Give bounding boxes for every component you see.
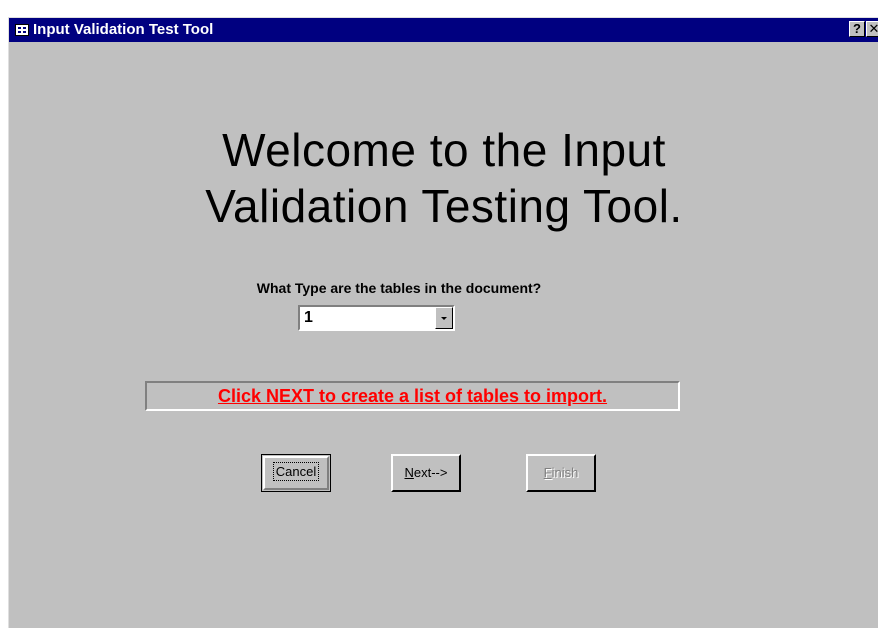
finish-label: inish <box>551 465 579 480</box>
window-title: Input Validation Test Tool <box>33 21 214 38</box>
table-type-question: What Type are the tables in the document… <box>256 280 542 296</box>
form-icon <box>15 24 29 36</box>
help-button[interactable]: ? <box>849 21 865 37</box>
table-type-value[interactable]: 1 <box>304 309 313 327</box>
welcome-line-1: Welcome to the Input <box>222 124 666 176</box>
finish-mnemonic: F <box>543 465 552 480</box>
next-mnemonic: N <box>404 465 414 480</box>
instruction-box: Click NEXT to create a list of tables to… <box>145 381 680 411</box>
title-bar[interactable]: Input Validation Test Tool ? ✕ <box>9 18 878 42</box>
table-type-combobox[interactable]: 1 <box>298 305 455 331</box>
next-label: ext--> <box>413 465 448 480</box>
cancel-button[interactable]: Cancel <box>261 454 331 492</box>
instruction-text: Click NEXT to create a list of tables to… <box>217 386 608 406</box>
welcome-line-2: Validation Testing Tool. <box>205 180 683 232</box>
dialog-window: Input Validation Test Tool ? ✕ Welcome t… <box>8 17 878 628</box>
chevron-down-icon[interactable] <box>435 307 453 329</box>
finish-button[interactable]: Finish <box>526 454 596 492</box>
cancel-label: Cancel <box>272 462 320 481</box>
close-button[interactable]: ✕ <box>866 21 878 37</box>
welcome-heading: Welcome to the Input Validation Testing … <box>9 122 878 234</box>
next-button[interactable]: Next--> <box>391 454 461 492</box>
